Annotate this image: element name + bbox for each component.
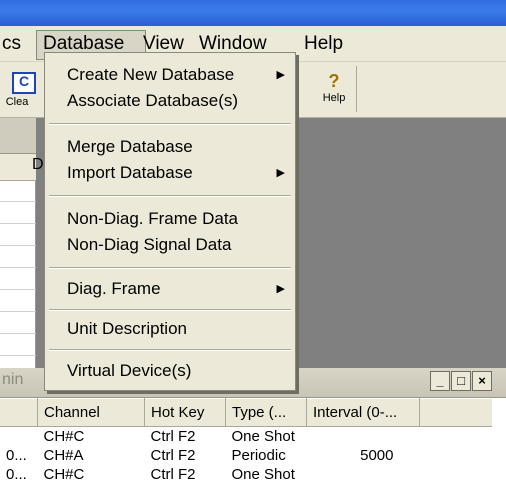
database-dropdown-menu: Create New Database ▶ Associate Database… [44, 52, 296, 391]
question-icon: ? [328, 71, 340, 91]
list-item[interactable] [0, 312, 36, 334]
list-item[interactable] [0, 268, 36, 290]
table-cell-interval [307, 427, 420, 447]
menu-item-label: Create New Database [67, 65, 235, 84]
menu-item-label: Merge Database [67, 137, 193, 156]
menu-item-non-diag-signal-data[interactable]: Non-Diag Signal Data [45, 233, 295, 257]
upper-list-panel: D [0, 154, 44, 368]
column-header[interactable] [0, 398, 38, 427]
lower-window-title: nin [2, 371, 24, 388]
table-cell-hotkey: Ctrl F2 [150, 466, 196, 483]
column-header-type[interactable]: Type (... [225, 398, 307, 427]
table-cell-interval: 5000 [360, 447, 394, 464]
window-titlebar[interactable] [0, 0, 506, 26]
clear-button[interactable]: C Clea [0, 66, 36, 112]
menu-item-create-new-database[interactable]: Create New Database ▶ [45, 63, 295, 87]
table-cell-blank [420, 446, 493, 465]
table-row[interactable]: 0... CH#C Ctrl F2 One Shot [0, 465, 492, 484]
table-cell-type: Periodic [231, 447, 286, 464]
list-header: D [0, 154, 44, 181]
menu-separator [49, 309, 291, 311]
table-header-row: Channel Hot Key Type (... Interval (0-..… [0, 398, 492, 427]
menu-item-label: Virtual Device(s) [67, 361, 192, 380]
message-grid: Channel Hot Key Type (... Interval (0-..… [0, 398, 492, 484]
column-header-blank [419, 398, 492, 427]
message-table: Channel Hot Key Type (... Interval (0-..… [0, 398, 506, 498]
menu-item-import-database[interactable]: Import Database ▶ [45, 161, 295, 185]
help-label: Help [322, 92, 346, 104]
column-header-hotkey[interactable]: Hot Key [144, 398, 226, 427]
table-row[interactable]: 0... CH#A Ctrl F2 Periodic 5000 [0, 446, 492, 465]
list-item[interactable] [0, 202, 36, 224]
submenu-arrow-icon: ▶ [276, 69, 285, 81]
list-item[interactable] [0, 290, 36, 312]
clear-label: Clea [5, 96, 29, 108]
menu-tools-partial[interactable]: cs [0, 30, 27, 58]
menu-item-label: Non-Diag Signal Data [67, 235, 232, 254]
table-cell-type: One Shot [231, 428, 295, 445]
column-header-channel[interactable]: Channel [37, 398, 145, 427]
list-item[interactable] [0, 224, 36, 246]
submenu-arrow-icon: ▶ [276, 283, 285, 295]
menu-help[interactable]: Help [298, 30, 349, 58]
menu-item-label: Import Database [67, 163, 193, 182]
help-button[interactable]: ? Help [312, 66, 357, 112]
submenu-arrow-icon: ▶ [276, 167, 285, 179]
clear-icon: C [12, 72, 36, 94]
table-cell: 0... [6, 466, 27, 483]
menu-item-label: Non-Diag. Frame Data [67, 209, 239, 228]
column-header-interval[interactable]: Interval (0-... [306, 398, 420, 427]
list-item[interactable] [0, 334, 36, 356]
table-cell-channel: CH#C [43, 428, 85, 445]
menu-item-label: Unit Description [67, 319, 187, 338]
table-cell-hotkey: Ctrl F2 [150, 447, 196, 464]
table-cell-channel: CH#C [43, 466, 85, 483]
menu-item-label: Associate Database(s) [67, 91, 239, 110]
table-cell-blank [420, 427, 493, 447]
child-window-titlebar[interactable] [0, 118, 36, 154]
table-cell-hotkey: Ctrl F2 [150, 428, 196, 445]
list-header-label: D [32, 156, 44, 173]
menu-item-label: Diag. Frame [67, 279, 161, 298]
menu-item-unit-description[interactable]: Unit Description [45, 317, 295, 341]
table-cell-channel: CH#A [43, 447, 84, 464]
menu-separator [49, 195, 291, 197]
table-row[interactable]: CH#C Ctrl F2 One Shot [0, 427, 492, 447]
minimize-button[interactable]: _ [430, 371, 450, 391]
menu-item-virtual-devices[interactable]: Virtual Device(s) [45, 359, 295, 383]
menu-separator [49, 267, 291, 269]
table-cell-type: One Shot [231, 466, 295, 483]
table-cell-interval [307, 465, 420, 484]
table-cell [0, 427, 38, 447]
list-item[interactable] [0, 246, 36, 268]
menu-item-diag-frame[interactable]: Diag. Frame ▶ [45, 277, 295, 301]
menu-item-merge-database[interactable]: Merge Database [45, 135, 295, 159]
maximize-button[interactable]: □ [451, 371, 471, 391]
menu-item-associate-database[interactable]: Associate Database(s) [45, 89, 295, 113]
table-cell: 0... [6, 447, 27, 464]
menu-separator [49, 123, 291, 125]
table-cell-blank [420, 465, 493, 484]
close-button[interactable]: × [472, 371, 492, 391]
list-item[interactable] [0, 180, 36, 202]
menu-item-non-diag-frame-data[interactable]: Non-Diag. Frame Data [45, 207, 295, 231]
menu-separator [49, 349, 291, 351]
